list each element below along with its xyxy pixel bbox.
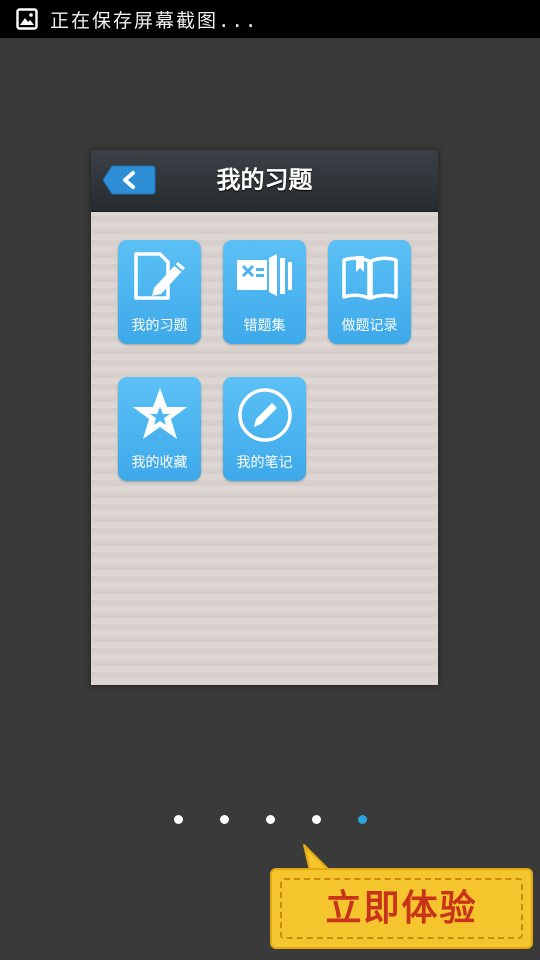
guide-screen[interactable]: 我的习题 我的习题 错题集 做题记录 我的收藏 我的笔记 立即体验	[0, 38, 540, 960]
preview-header: 我的习题	[91, 150, 438, 212]
tile-label: 做题记录	[341, 318, 398, 334]
image-icon	[16, 8, 38, 30]
page-dot-active[interactable]	[358, 815, 367, 824]
page-dot[interactable]	[220, 815, 229, 824]
app-preview: 我的习题 我的习题 错题集 做题记录 我的收藏 我的笔记	[91, 150, 438, 685]
page-dot[interactable]	[312, 815, 321, 824]
tile-label: 我的笔记	[236, 455, 293, 471]
page-indicator	[0, 815, 540, 825]
tile-label: 我的收藏	[131, 455, 188, 471]
tile-wrong-answers: 错题集	[223, 240, 306, 344]
page-dot[interactable]	[174, 815, 183, 824]
try-now-label: 立即体验	[325, 887, 478, 929]
tile-label: 错题集	[243, 318, 286, 334]
tile-favorites: 我的收藏	[118, 377, 201, 481]
tile-notes: 我的笔记	[223, 377, 306, 481]
page-dot[interactable]	[266, 815, 275, 824]
edit-document-icon	[134, 252, 185, 300]
status-text: 正在保存屏幕截图...	[50, 9, 259, 32]
tile-label: 我的习题	[131, 318, 188, 334]
open-book-icon	[342, 256, 398, 300]
tile-my-exercises: 我的习题	[118, 240, 201, 344]
pencil-circle-icon	[238, 388, 292, 442]
tile-exercise-record: 做题记录	[328, 240, 411, 344]
wrong-answers-icon	[237, 254, 292, 296]
status-bar: 正在保存屏幕截图...	[0, 0, 540, 38]
star-icon	[133, 388, 187, 439]
preview-title: 我的习题	[216, 166, 313, 194]
try-now-button[interactable]: 立即体验	[270, 868, 533, 949]
